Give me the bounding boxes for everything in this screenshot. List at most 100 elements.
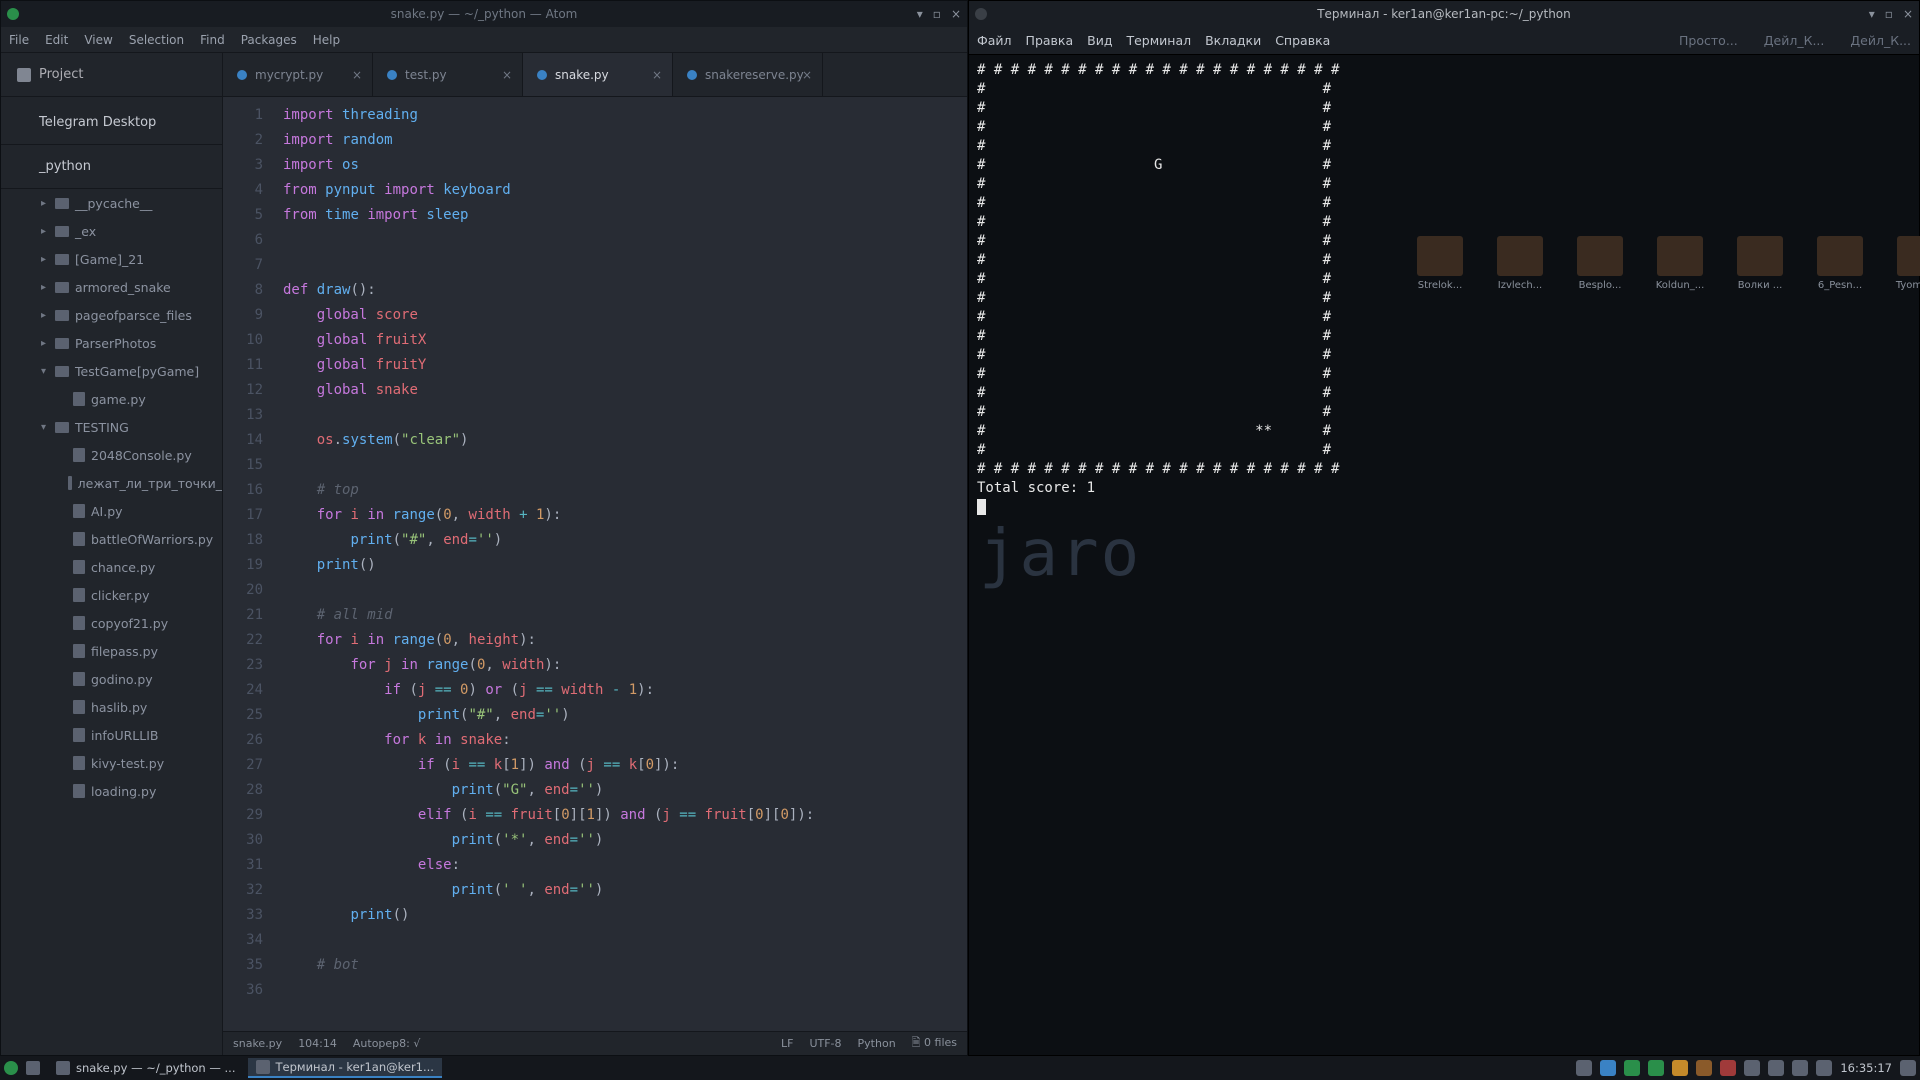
- menu-find[interactable]: Find: [200, 33, 225, 47]
- code-editor[interactable]: 1234567891011121314151617181920212223242…: [223, 97, 967, 1031]
- maximize-icon[interactable]: ▫: [1885, 7, 1893, 21]
- chevron-icon: ▸: [41, 310, 49, 321]
- modified-indicator-icon: [387, 70, 397, 80]
- chevron-icon: ▾: [41, 422, 49, 433]
- minimize-icon[interactable]: ▾: [917, 7, 923, 21]
- term-menu-item[interactable]: Правка: [1026, 33, 1074, 48]
- tree-folder-2[interactable]: ▸[Game]_21: [1, 245, 222, 273]
- tree-item-label: haslib.py: [91, 700, 147, 715]
- tree-item-label: loading.py: [91, 784, 156, 799]
- taskbar-app[interactable]: snake.py — ~/_python — ...: [48, 1058, 244, 1078]
- close-icon[interactable]: ×: [1903, 7, 1913, 21]
- maximize-icon[interactable]: ▫: [933, 7, 941, 21]
- tray-icon[interactable]: [1672, 1060, 1688, 1076]
- tree-folder-3[interactable]: ▸armored_snake: [1, 273, 222, 301]
- tab-mycrypt-py[interactable]: mycrypt.py×: [223, 53, 373, 96]
- tree-item-label: TestGame[pyGame]: [75, 364, 199, 379]
- start-menu-icon[interactable]: [4, 1061, 18, 1075]
- tree-file-2[interactable]: AI.py: [1, 497, 222, 525]
- tray-icon[interactable]: [1696, 1060, 1712, 1076]
- tray-icon[interactable]: [1576, 1060, 1592, 1076]
- tree-file-0[interactable]: 2048Console.py: [1, 441, 222, 469]
- term-menu-item[interactable]: Вкладки: [1205, 33, 1261, 48]
- tab-close-icon[interactable]: ×: [652, 68, 662, 82]
- tree-file-4[interactable]: chance.py: [1, 553, 222, 581]
- term-shortcut[interactable]: Просто...: [1679, 33, 1738, 48]
- tree-folder-6[interactable]: ▾ TestGame[pyGame]: [1, 357, 222, 385]
- close-icon[interactable]: ×: [951, 7, 961, 21]
- menu-help[interactable]: Help: [313, 33, 340, 47]
- tray-icon[interactable]: [1624, 1060, 1640, 1076]
- tree-file-12[interactable]: loading.py: [1, 777, 222, 805]
- status-cursor-pos[interactable]: 104:14: [298, 1037, 337, 1050]
- tray-clock[interactable]: 16:35:17: [1840, 1061, 1892, 1075]
- tray-icon[interactable]: [1648, 1060, 1664, 1076]
- tray-icon[interactable]: [1600, 1060, 1616, 1076]
- project-header[interactable]: Project: [1, 53, 222, 97]
- tree-file-3[interactable]: battleOfWarriors.py: [1, 525, 222, 553]
- tree-item-label: kivy-test.py: [91, 756, 164, 771]
- status-language[interactable]: Python: [858, 1037, 896, 1050]
- tray-volume-icon[interactable]: [1816, 1060, 1832, 1076]
- tab-snake-py[interactable]: snake.py×: [523, 53, 673, 96]
- term-shortcut[interactable]: Дейл_К...: [1850, 33, 1911, 48]
- tray-icon[interactable]: [1720, 1060, 1736, 1076]
- file-icon: [73, 448, 85, 462]
- atom-titlebar[interactable]: snake.py — ~/_python — Atom ▾ ▫ ×: [1, 1, 967, 27]
- tree-file-game[interactable]: game.py: [1, 385, 222, 413]
- term-shortcut[interactable]: Дейл_К...: [1764, 33, 1825, 48]
- code-content[interactable]: import threadingimport randomimport osfr…: [279, 97, 967, 1031]
- tab-close-icon[interactable]: ×: [352, 68, 362, 82]
- atom-menubar: File Edit View Selection Find Packages Help: [1, 27, 967, 53]
- tab-test-py[interactable]: test.py×: [373, 53, 523, 96]
- terminal-title: Терминал - ker1an@ker1an-pc:~/_python: [1065, 7, 1823, 21]
- tree-folder-4[interactable]: ▸pageofparsce_files: [1, 301, 222, 329]
- chevron-icon: ▸: [41, 338, 49, 349]
- tree-file-10[interactable]: infoURLLIB: [1, 721, 222, 749]
- status-file[interactable]: snake.py: [233, 1037, 282, 1050]
- menu-packages[interactable]: Packages: [241, 33, 297, 47]
- tree-file-9[interactable]: haslib.py: [1, 693, 222, 721]
- tray-shield-icon[interactable]: [1768, 1060, 1784, 1076]
- tree-file-1[interactable]: лежат_ли_три_точки_: [1, 469, 222, 497]
- menu-file[interactable]: File: [9, 33, 29, 47]
- terminal-output[interactable]: # # # # # # # # # # # # # # # # # # # # …: [969, 55, 1919, 1055]
- tree-root-telegram[interactable]: Telegram Desktop: [1, 101, 222, 145]
- tree-file-5[interactable]: clicker.py: [1, 581, 222, 609]
- menu-selection[interactable]: Selection: [129, 33, 184, 47]
- minimize-icon[interactable]: ▾: [1869, 7, 1875, 21]
- term-menu-item[interactable]: Терминал: [1126, 33, 1191, 48]
- status-autopep[interactable]: Autopep8: √: [353, 1037, 420, 1050]
- tray-user-icon[interactable]: [1900, 1060, 1916, 1076]
- menu-edit[interactable]: Edit: [45, 33, 68, 47]
- tray-battery-icon[interactable]: [1792, 1060, 1808, 1076]
- status-encoding[interactable]: UTF-8: [809, 1037, 841, 1050]
- tree-folder-testing[interactable]: ▾TESTING: [1, 413, 222, 441]
- tab-close-icon[interactable]: ×: [502, 68, 512, 82]
- term-menu-item[interactable]: Справка: [1275, 33, 1330, 48]
- term-menu-item[interactable]: Вид: [1087, 33, 1112, 48]
- tree-file-11[interactable]: kivy-test.py: [1, 749, 222, 777]
- app-launcher-icon[interactable]: [26, 1061, 40, 1075]
- tab-snakereserve-py[interactable]: snakereserve.py×: [673, 53, 823, 96]
- taskbar-app[interactable]: Терминал - ker1an@ker1...: [248, 1058, 442, 1078]
- terminal-menubar: Файл Правка Вид Терминал Вкладки Справка Прост…: [969, 27, 1919, 55]
- tray-icon[interactable]: [1744, 1060, 1760, 1076]
- tree-file-8[interactable]: godino.py: [1, 665, 222, 693]
- tree-folder-0[interactable]: ▸__pycache__: [1, 189, 222, 217]
- status-git[interactable]: 🗎 0 files: [912, 1034, 957, 1053]
- tree-folder-5[interactable]: ▸ParserPhotos: [1, 329, 222, 357]
- tree-root-python[interactable]: _python: [1, 145, 222, 189]
- watermark-text: jaro: [979, 545, 1141, 564]
- chevron-icon: ▾: [41, 366, 49, 377]
- folder-icon: [55, 366, 69, 377]
- terminal-titlebar[interactable]: Терминал - ker1an@ker1an-pc:~/_python ▾ …: [969, 1, 1919, 27]
- tree-file-7[interactable]: filepass.py: [1, 637, 222, 665]
- tab-close-icon[interactable]: ×: [802, 68, 812, 82]
- term-menu-item[interactable]: Файл: [977, 33, 1012, 48]
- tree-folder-1[interactable]: ▸_ex: [1, 217, 222, 245]
- taskbar: snake.py — ~/_python — ...Терминал - ker…: [0, 1056, 1920, 1080]
- tree-file-6[interactable]: copyof21.py: [1, 609, 222, 637]
- status-line-ending[interactable]: LF: [781, 1037, 793, 1050]
- menu-view[interactable]: View: [84, 33, 112, 47]
